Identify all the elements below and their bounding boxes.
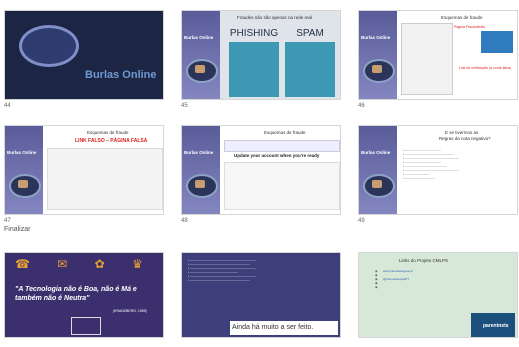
red-label: Link de verificação (à conta falsa) (459, 66, 512, 70)
monitor-image (186, 174, 218, 198)
slide-thumbnail-final-links[interactable]: Links do Projeto CMLPS ◉ ◉ ◉ ◉ ◉ www.interne… (358, 252, 518, 338)
slide-thumbnail-44[interactable]: Burlas Online (4, 10, 164, 100)
section-label: Finalizar (4, 226, 31, 233)
slide-number: 46 (358, 103, 365, 109)
slide-subtitle: Fraudes não são apenas na rede real (237, 15, 313, 20)
link-label: @internetseguraPT (383, 277, 410, 281)
links-list: ◉ ◉ ◉ ◉ ◉ (375, 269, 378, 289)
screenshot-image (401, 23, 453, 95)
slide-subtitle: LINK FALSO – PÁGINA FALSA (75, 138, 148, 144)
bullet-list: • —————————————————————— • ——————————————… (188, 258, 256, 282)
slide-thumbnail-final-text[interactable]: • —————————————————————— • ——————————————… (181, 252, 341, 338)
slide-banner: Burlas Online (359, 11, 397, 99)
slide-banner: Burlas Online (5, 126, 43, 214)
monitor-image (9, 174, 41, 198)
quote-author: (KRANZBERG, 1985) (113, 309, 147, 313)
slide-number: 44 (4, 103, 11, 109)
slide-title-line-2: Regras da nota negativa? (439, 136, 491, 141)
slide-number: 49 (358, 218, 365, 224)
slide-thumbnail-49[interactable]: Burlas Online E se tivermos as Regras da… (358, 125, 518, 215)
screenshot-image (224, 162, 340, 210)
parentnets-label: parentnets (483, 323, 509, 329)
slide-subtitle: Update your account when you're ready (234, 153, 320, 158)
red-label: Página Fraudulenta (454, 25, 485, 29)
link-label: www.internetsegura.pt (383, 269, 413, 273)
slide-number: 47 (4, 218, 11, 224)
monitor-image (363, 174, 395, 198)
phishing-box: PHISHING (229, 28, 279, 39)
monitor-image (363, 59, 395, 83)
slide-banner: Burlas Online (182, 11, 220, 99)
content-box (285, 42, 335, 97)
monitor-image (19, 25, 79, 67)
slide-thumbnail-45[interactable]: Burlas Online Fraudes não são apenas na … (181, 10, 341, 100)
bullet-list: • ———————————— • ———————————————— • ——————… (403, 148, 459, 180)
icons-decoration: ☎ ✉ ✿ ♛ (15, 257, 155, 271)
spam-box: SPAM (296, 28, 324, 39)
slide-thumbnail-48[interactable]: Burlas Online Esquemas de fraude Update … (181, 125, 341, 215)
content-box (229, 42, 279, 97)
photo-image (481, 31, 513, 53)
slide-title: Esquemas de fraude (87, 130, 129, 135)
closing-box: Ainda há muito a ser feito. (230, 321, 338, 335)
slide-title: Esquemas de fraude (441, 15, 483, 20)
devices-image (71, 317, 101, 335)
screenshot-image (224, 140, 340, 152)
slide-number: 45 (181, 103, 188, 109)
slide-banner: Burlas Online (359, 126, 397, 214)
slide-title: E se tivermos as (445, 130, 479, 135)
slide-title: Links do Projeto CMLPS (399, 258, 449, 263)
quote-text: "A Tecnologia não é Boa, não é Má e tamb… (15, 286, 137, 302)
slide-banner: Burlas Online (182, 126, 220, 214)
slide-thumbnail-46[interactable]: Burlas Online Esquemas de fraude Página … (358, 10, 518, 100)
slide-thumbnail-final-quote[interactable]: ☎ ✉ ✿ ♛ "A Tecnologia não é Boa, não é M… (4, 252, 164, 338)
slide-thumbnail-47[interactable]: Burlas Online Esquemas de fraude LINK FA… (4, 125, 164, 215)
slide-title: Burlas Online (85, 69, 157, 81)
slide-number: 48 (181, 218, 188, 224)
screenshot-image (47, 148, 163, 210)
slide-title: Esquemas de fraude (264, 130, 306, 135)
monitor-image (186, 59, 218, 83)
